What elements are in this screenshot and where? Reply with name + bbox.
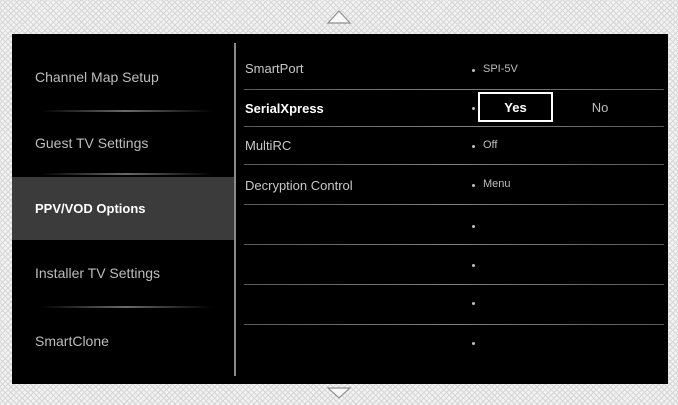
bullet-icon bbox=[472, 225, 475, 228]
sidebar-item-ppv-vod-options[interactable]: PPV/VOD Options bbox=[12, 177, 234, 240]
sidebar-item-label: Channel Map Setup bbox=[35, 69, 159, 85]
scroll-down-icon[interactable] bbox=[326, 386, 352, 400]
option-yes-label: Yes bbox=[504, 99, 527, 115]
sidebar-item-label: Guest TV Settings bbox=[35, 135, 149, 151]
scroll-up-icon[interactable] bbox=[326, 9, 352, 25]
settings-panel: Channel Map Setup Guest TV Settings PPV/… bbox=[12, 34, 668, 384]
bullet-icon bbox=[472, 145, 475, 148]
setting-row-empty[interactable] bbox=[236, 245, 668, 285]
bullet-icon bbox=[472, 302, 475, 305]
bullet-icon bbox=[472, 107, 475, 110]
sidebar-item-channel-map-setup[interactable]: Channel Map Setup bbox=[12, 50, 234, 104]
sidebar-divider bbox=[40, 110, 212, 112]
sidebar-divider bbox=[40, 173, 212, 175]
sidebar-item-smartclone[interactable]: SmartClone bbox=[12, 314, 234, 368]
bullet-icon bbox=[472, 264, 475, 267]
sidebar-item-guest-tv-settings[interactable]: Guest TV Settings bbox=[12, 116, 234, 170]
setting-label: SerialXpress bbox=[245, 101, 324, 116]
sidebar-divider bbox=[40, 306, 212, 308]
option-yes-button[interactable]: Yes bbox=[478, 92, 553, 122]
sidebar-item-label: PPV/VOD Options bbox=[35, 201, 146, 216]
bullet-icon bbox=[472, 342, 475, 345]
setting-row-decryption-control[interactable]: Decryption Control Menu bbox=[236, 165, 668, 205]
setting-label: SmartPort bbox=[245, 61, 304, 76]
setting-row-empty[interactable] bbox=[236, 324, 668, 364]
setting-value: Off bbox=[483, 139, 498, 151]
setting-label: MultiRC bbox=[245, 138, 292, 153]
sidebar-item-installer-tv-settings[interactable]: Installer TV Settings bbox=[12, 246, 234, 300]
bullet-icon bbox=[472, 184, 475, 187]
setting-row-empty[interactable] bbox=[236, 284, 668, 324]
setting-value: Menu bbox=[483, 178, 511, 190]
setting-row-multirc[interactable]: MultiRC Off bbox=[236, 125, 668, 165]
setting-label: Decryption Control bbox=[245, 178, 353, 193]
sidebar-item-label: Installer TV Settings bbox=[35, 265, 161, 281]
sidebar-item-label: SmartClone bbox=[35, 333, 109, 349]
option-no-label: No bbox=[591, 99, 609, 115]
sidebar-menu: Channel Map Setup Guest TV Settings PPV/… bbox=[12, 34, 234, 384]
setting-row-smartport[interactable]: SmartPort SPI-5V bbox=[236, 50, 668, 90]
option-no-button[interactable]: No bbox=[553, 92, 643, 122]
setting-row-empty[interactable] bbox=[236, 205, 668, 245]
bullet-icon bbox=[472, 69, 475, 72]
setting-value: SPI-5V bbox=[483, 63, 518, 75]
